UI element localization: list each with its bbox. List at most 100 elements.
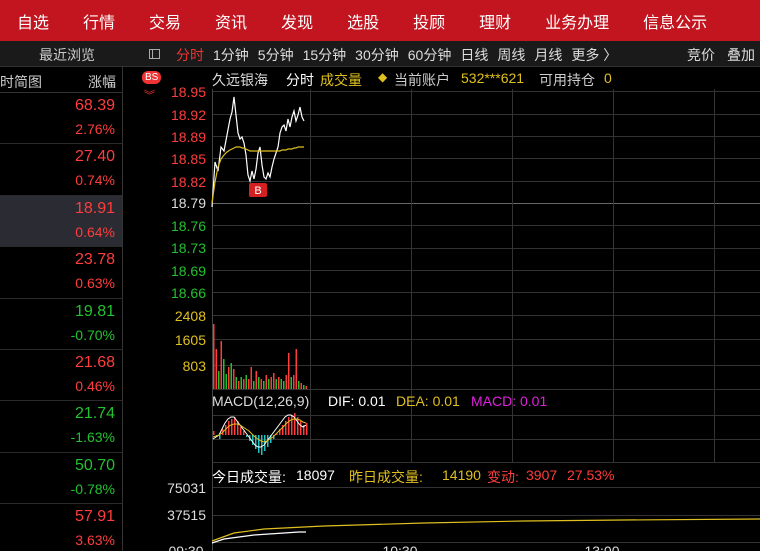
list-item[interactable]: 27.40 0.74% — [0, 144, 122, 196]
list-item-change: -0.70% — [70, 326, 115, 343]
volume-bar — [213, 324, 215, 389]
macd-dif: DIF: 0.01 — [328, 393, 386, 409]
volume-bar — [265, 375, 267, 389]
volume-bar — [273, 373, 275, 389]
account-label[interactable]: 当前账户 — [394, 70, 450, 90]
price-tick-up: 18.95 — [170, 84, 206, 100]
list-item-change: 0.63% — [75, 275, 115, 292]
price-tick-up: 18.82 — [170, 174, 206, 190]
nav-trade[interactable]: 交易 — [132, 9, 198, 33]
list-item[interactable]: 50.70 -0.78% — [0, 453, 122, 505]
list-item[interactable]: 68.39 2.76% — [0, 93, 122, 145]
today-volume-value: 18097 — [296, 467, 335, 483]
list-item[interactable]: 21.68 0.46% — [0, 350, 122, 402]
list-item-change: 2.76% — [75, 121, 115, 137]
volume-bar — [233, 369, 235, 389]
price-tick-down: 18.69 — [170, 263, 206, 279]
list-item-change: -1.63% — [70, 429, 115, 446]
overlay-button[interactable]: 叠加 — [727, 45, 755, 65]
header-chart-col[interactable]: 时简图 — [0, 72, 42, 92]
recent-browse-tab[interactable]: 最近浏览 — [39, 45, 95, 65]
bs-badge[interactable]: BS — [142, 71, 162, 84]
list-item[interactable]: 19.81 -0.70% — [0, 299, 122, 350]
intraday-chart: B BS 久远银海 分时 成交量 ◆ 当前账户 532***621 可用持仓 0… — [124, 67, 760, 551]
list-item-price: 50.70 — [74, 456, 115, 474]
volume-bar — [285, 375, 287, 389]
price-tick-up: 18.92 — [170, 107, 206, 123]
macd-bar — [300, 421, 302, 435]
volume-bar — [268, 379, 270, 389]
macd-bar — [294, 413, 296, 435]
tab-30min[interactable]: 30分钟 — [355, 45, 399, 65]
tab-60min[interactable]: 60分钟 — [408, 45, 452, 65]
macd-bar — [213, 431, 215, 435]
auction-button[interactable]: 竞价 — [687, 45, 715, 65]
volume-tick: 1605 — [174, 332, 206, 348]
yesterday-volume-label: 昨日成交量: — [349, 469, 423, 485]
macd-bar — [228, 421, 230, 435]
volume-change-label: 变动: — [487, 469, 519, 485]
list-item-price: 23.78 — [74, 251, 115, 269]
nav-disclosure[interactable]: 信息公示 — [626, 9, 724, 33]
stock-name: 久远银海 — [212, 72, 268, 88]
volume-bar — [235, 377, 237, 389]
volume-bar — [255, 371, 257, 389]
compare-tick: 75031 — [167, 480, 206, 496]
macd-title: MACD(12,26,9) — [212, 393, 310, 409]
list-item-change: 0.64% — [75, 223, 115, 240]
nav-wealth[interactable]: 理财 — [462, 9, 528, 33]
volume-bar — [295, 349, 297, 389]
list-item-change: 0.74% — [75, 172, 115, 189]
time-tick: 13:00 — [584, 543, 620, 551]
tab-monthly[interactable]: 月线 — [534, 45, 562, 65]
nav-watchlist[interactable]: 自选 — [0, 9, 66, 33]
nav-market[interactable]: 行情 — [66, 9, 132, 33]
tab-more[interactable]: 更多 〉 — [571, 45, 617, 65]
volume-bar — [278, 377, 280, 389]
price-tick-up: 18.89 — [170, 129, 206, 145]
tab-weekly[interactable]: 周线 — [497, 45, 525, 65]
tab-1min[interactable]: 1分钟 — [213, 45, 249, 65]
volume-bar — [250, 367, 252, 389]
nav-services[interactable]: 业务办理 — [528, 9, 626, 33]
volume-bar — [288, 353, 290, 389]
list-item-price: 68.39 — [74, 97, 115, 114]
price-tick-down: 18.73 — [170, 240, 206, 256]
compare-tick: 37515 — [167, 507, 206, 523]
macd-bar — [261, 435, 263, 455]
nav-stock-picker[interactable]: 选股 — [330, 9, 396, 33]
chart-mode: 分时 — [286, 72, 314, 88]
macd-bar — [219, 435, 221, 439]
volume-label[interactable]: 成交量 — [320, 70, 362, 90]
macd-dea: DEA: 0.01 — [396, 393, 460, 409]
header-change-col[interactable]: 涨幅 — [88, 72, 116, 92]
volume-bar — [240, 377, 242, 389]
list-item[interactable]: 18.91 0.64% — [0, 195, 122, 248]
nav-discover[interactable]: 发现 — [264, 9, 330, 33]
volume-bar — [230, 363, 232, 389]
volume-bar — [220, 341, 222, 389]
tab-daily[interactable]: 日线 — [460, 45, 488, 65]
volume-bar — [238, 381, 240, 389]
volume-bar — [270, 377, 272, 389]
nav-news[interactable]: 资讯 — [198, 9, 264, 33]
layout-toggle-icon[interactable] — [149, 49, 160, 59]
price-tick-down: 18.66 — [170, 285, 206, 301]
nav-advisor[interactable]: 投顾 — [396, 9, 462, 33]
tab-intraday[interactable]: 分时 — [176, 45, 204, 65]
tab-15min[interactable]: 15分钟 — [303, 45, 347, 65]
account-diamond-icon: ◆ — [378, 70, 388, 84]
chart-header: BS 久远银海 分时 成交量 ◆ 当前账户 532***621 可用持仓 0 — [124, 67, 760, 89]
list-item[interactable]: 57.91 3.63% — [0, 504, 122, 551]
price-tick-up: 18.85 — [170, 151, 206, 167]
list-item-price: 21.68 — [74, 353, 115, 371]
volume-bar — [263, 381, 265, 389]
volume-bar — [223, 359, 225, 389]
list-item[interactable]: 23.78 0.63% — [0, 247, 122, 299]
volume-bar — [298, 381, 300, 389]
volume-bar — [260, 379, 262, 389]
list-item[interactable]: 21.74 -1.63% — [0, 401, 122, 453]
account-number: 532***621 — [461, 70, 525, 86]
tab-5min[interactable]: 5分钟 — [258, 45, 294, 65]
watchlist-panel: 时简图 涨幅 68.39 2.76% 27.40 0.74% 18.91 0.64% 23.… — [0, 67, 123, 551]
